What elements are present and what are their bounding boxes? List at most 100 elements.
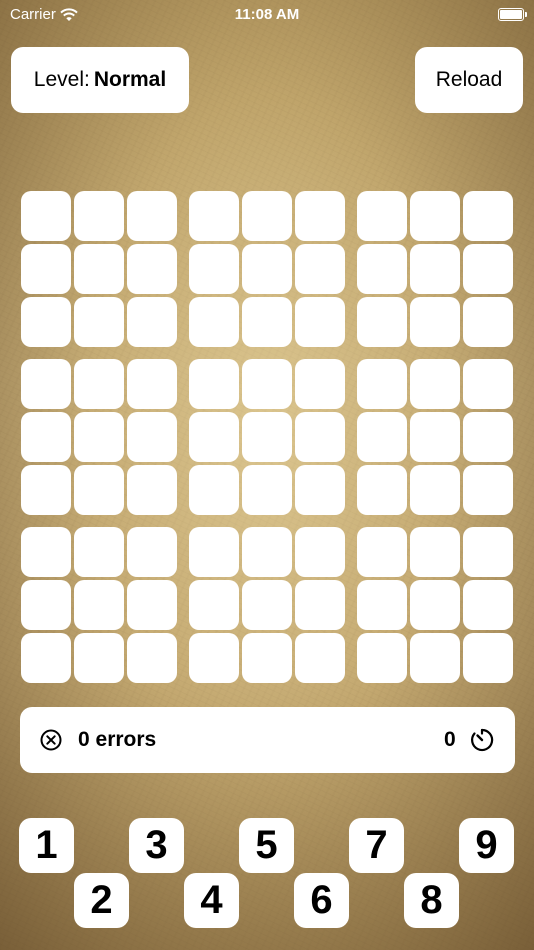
board-cell[interactable] <box>295 191 345 241</box>
board-cell[interactable] <box>21 412 71 462</box>
board-cell[interactable] <box>463 191 513 241</box>
board-cell[interactable] <box>74 580 124 630</box>
board-cell[interactable] <box>242 297 292 347</box>
board-cell[interactable] <box>357 244 407 294</box>
board-cell[interactable] <box>410 465 460 515</box>
board-cell[interactable] <box>410 527 460 577</box>
board-cell[interactable] <box>21 297 71 347</box>
board-cell[interactable] <box>295 297 345 347</box>
level-value: Normal <box>93 68 167 91</box>
board-cell[interactable] <box>74 244 124 294</box>
board-cell[interactable] <box>242 244 292 294</box>
board-cell[interactable] <box>189 244 239 294</box>
number-button[interactable]: 5 <box>239 818 294 873</box>
level-button[interactable]: Level: Normal <box>11 47 189 113</box>
board-cell[interactable] <box>463 465 513 515</box>
board-cell[interactable] <box>463 244 513 294</box>
board-cell[interactable] <box>189 465 239 515</box>
board-cell[interactable] <box>189 297 239 347</box>
board-cell[interactable] <box>189 527 239 577</box>
board-cell[interactable] <box>242 412 292 462</box>
board-cell[interactable] <box>21 633 71 683</box>
board-cell[interactable] <box>242 527 292 577</box>
board-cell[interactable] <box>242 633 292 683</box>
board-cell[interactable] <box>127 527 177 577</box>
number-button[interactable]: 4 <box>184 873 239 928</box>
board-cell[interactable] <box>21 527 71 577</box>
board-cell[interactable] <box>295 580 345 630</box>
board-cell[interactable] <box>295 244 345 294</box>
board-cell[interactable] <box>127 412 177 462</box>
board-cell[interactable] <box>74 465 124 515</box>
board-cell[interactable] <box>357 412 407 462</box>
board-cell[interactable] <box>242 359 292 409</box>
close-circle-icon <box>40 729 62 751</box>
board-cell[interactable] <box>127 297 177 347</box>
number-button[interactable]: 1 <box>19 818 74 873</box>
board-cell[interactable] <box>410 633 460 683</box>
board-cell[interactable] <box>127 191 177 241</box>
number-button[interactable]: 6 <box>294 873 349 928</box>
board-cell[interactable] <box>357 580 407 630</box>
board-cell[interactable] <box>463 580 513 630</box>
number-button[interactable]: 3 <box>129 818 184 873</box>
board-cell[interactable] <box>463 412 513 462</box>
board-cell[interactable] <box>295 527 345 577</box>
status-time: 11:08 AM <box>234 6 300 23</box>
board-cell[interactable] <box>357 359 407 409</box>
board-cell[interactable] <box>127 580 177 630</box>
number-button[interactable]: 8 <box>404 873 459 928</box>
board-cell[interactable] <box>357 633 407 683</box>
timer-value: 0 <box>444 728 456 751</box>
board-cell[interactable] <box>189 580 239 630</box>
board-cell[interactable] <box>21 359 71 409</box>
board-cell[interactable] <box>410 412 460 462</box>
board-cell[interactable] <box>127 359 177 409</box>
board-cell[interactable] <box>242 191 292 241</box>
number-button[interactable]: 7 <box>349 818 404 873</box>
board-cell[interactable] <box>21 191 71 241</box>
board-cell[interactable] <box>410 244 460 294</box>
board-cell[interactable] <box>74 297 124 347</box>
board-cell[interactable] <box>127 244 177 294</box>
board-cell[interactable] <box>74 527 124 577</box>
board-cell[interactable] <box>21 580 71 630</box>
board-cell[interactable] <box>74 633 124 683</box>
board-cell[interactable] <box>74 191 124 241</box>
board-cell[interactable] <box>74 359 124 409</box>
board-cell[interactable] <box>189 633 239 683</box>
board-cell[interactable] <box>21 465 71 515</box>
board-cell[interactable] <box>74 412 124 462</box>
board-cell[interactable] <box>189 412 239 462</box>
stopwatch-icon <box>471 728 494 752</box>
board-cell[interactable] <box>463 527 513 577</box>
board-cell[interactable] <box>410 297 460 347</box>
board-cell[interactable] <box>189 359 239 409</box>
board-cell[interactable] <box>189 191 239 241</box>
board-cell[interactable] <box>357 527 407 577</box>
board-cell[interactable] <box>21 244 71 294</box>
board-cell[interactable] <box>410 580 460 630</box>
board-cell[interactable] <box>127 633 177 683</box>
board-cell[interactable] <box>295 359 345 409</box>
battery-icon <box>498 8 527 21</box>
number-button[interactable]: 9 <box>459 818 514 873</box>
board-cell[interactable] <box>242 465 292 515</box>
board-cell[interactable] <box>463 359 513 409</box>
board-cell[interactable] <box>463 297 513 347</box>
board-cell[interactable] <box>242 580 292 630</box>
board-cell[interactable] <box>357 297 407 347</box>
board-cell[interactable] <box>410 359 460 409</box>
board-cell[interactable] <box>127 465 177 515</box>
reload-button[interactable]: Reload <box>415 47 523 113</box>
board-cell[interactable] <box>463 633 513 683</box>
errors-count: 0 errors <box>78 728 157 751</box>
board-cell[interactable] <box>357 465 407 515</box>
number-button[interactable]: 2 <box>74 873 129 928</box>
board-cell[interactable] <box>357 191 407 241</box>
level-label: Level: <box>33 68 90 91</box>
board-cell[interactable] <box>295 465 345 515</box>
board-cell[interactable] <box>295 412 345 462</box>
board-cell[interactable] <box>295 633 345 683</box>
board-cell[interactable] <box>410 191 460 241</box>
